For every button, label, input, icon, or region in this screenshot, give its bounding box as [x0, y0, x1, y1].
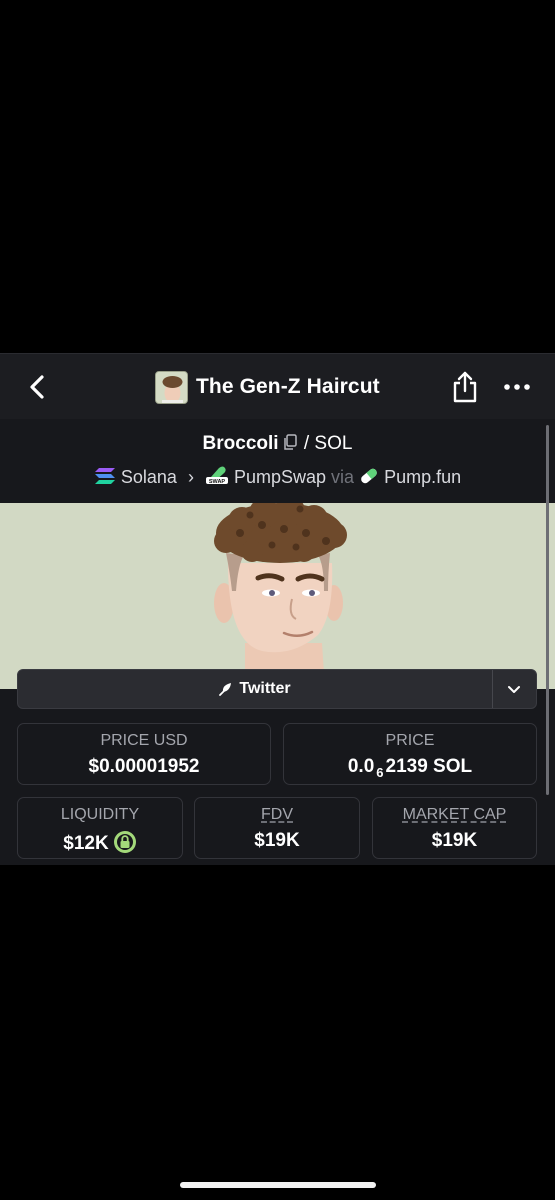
market-cap-label: MARKET CAP	[402, 806, 507, 823]
base-token-name: Broccoli	[202, 433, 279, 454]
price-zero-count: 6	[376, 765, 384, 780]
price-native-value: 0.0 6 2139 SOL	[347, 756, 473, 780]
pair-separator: /	[303, 433, 310, 454]
button-divider	[492, 670, 493, 708]
twitter-link[interactable]: Twitter	[18, 670, 492, 708]
price-usd-value: $0.00001952	[88, 756, 200, 777]
price-native-card: PRICE 0.0 6 2139 SOL	[283, 723, 537, 785]
pumpswap-icon: SWAP	[205, 466, 228, 485]
twitter-link-button[interactable]: Twitter	[17, 669, 537, 709]
fdv-card[interactable]: FDV $19K	[194, 797, 360, 859]
scrollbar[interactable]	[546, 425, 549, 795]
chain-path: Solana › SWAP PumpSwap via Pump.fun	[0, 465, 555, 488]
chevron-left-icon[interactable]	[24, 372, 52, 402]
via-label: via	[331, 467, 355, 487]
pill-icon	[361, 468, 377, 484]
chain-link[interactable]: Solana	[94, 467, 182, 487]
page-title: The Gen-Z Haircut	[196, 375, 380, 398]
feather-icon	[219, 683, 232, 696]
home-indicator[interactable]	[180, 1182, 376, 1188]
price-usd-label: PRICE USD	[100, 732, 188, 749]
price-usd-card: PRICE USD $0.00001952	[17, 723, 271, 785]
pair-info: Broccoli / SOL Solana › SWAP PumpSwap vi…	[0, 419, 555, 503]
copy-icon[interactable]	[283, 434, 297, 450]
launchpad-name: Pump.fun	[384, 467, 462, 487]
lock-icon[interactable]	[113, 830, 137, 854]
market-cap-value: $19K	[431, 830, 478, 851]
liquidity-label: LIQUIDITY	[60, 806, 140, 823]
svg-text:SWAP: SWAP	[209, 479, 226, 485]
token-page: The Gen-Z Haircut Broccoli / SOL Solana …	[0, 353, 555, 865]
market-cap-card[interactable]: MARKET CAP $19K	[372, 797, 537, 859]
liquidity-value: $12K	[63, 833, 109, 854]
token-avatar	[155, 370, 188, 404]
token-title: The Gen-Z Haircut	[155, 370, 380, 404]
liquidity-card: LIQUIDITY $12K	[17, 797, 183, 859]
launchpad-link[interactable]: Pump.fun	[359, 467, 461, 487]
quote-token-name: SOL	[314, 433, 353, 454]
dex-name: PumpSwap	[233, 467, 327, 487]
fdv-value: $19K	[254, 830, 300, 851]
fdv-label: FDV	[261, 806, 293, 823]
twitter-label: Twitter	[239, 680, 291, 697]
pair-name: Broccoli / SOL	[0, 433, 555, 455]
more-dots-icon[interactable]	[503, 382, 531, 392]
chain-name: Solana	[120, 467, 177, 487]
share-icon[interactable]	[451, 370, 479, 404]
dex-link[interactable]: SWAP PumpSwap	[205, 466, 331, 487]
token-banner-image	[0, 503, 555, 689]
solana-icon	[94, 468, 115, 484]
price-label: PRICE	[385, 732, 435, 749]
chevron-right-icon: ›	[187, 467, 194, 487]
liquidity-value-wrap: $12K	[18, 830, 182, 855]
top-bar: The Gen-Z Haircut	[0, 353, 555, 419]
chevron-down-icon[interactable]	[506, 681, 522, 697]
